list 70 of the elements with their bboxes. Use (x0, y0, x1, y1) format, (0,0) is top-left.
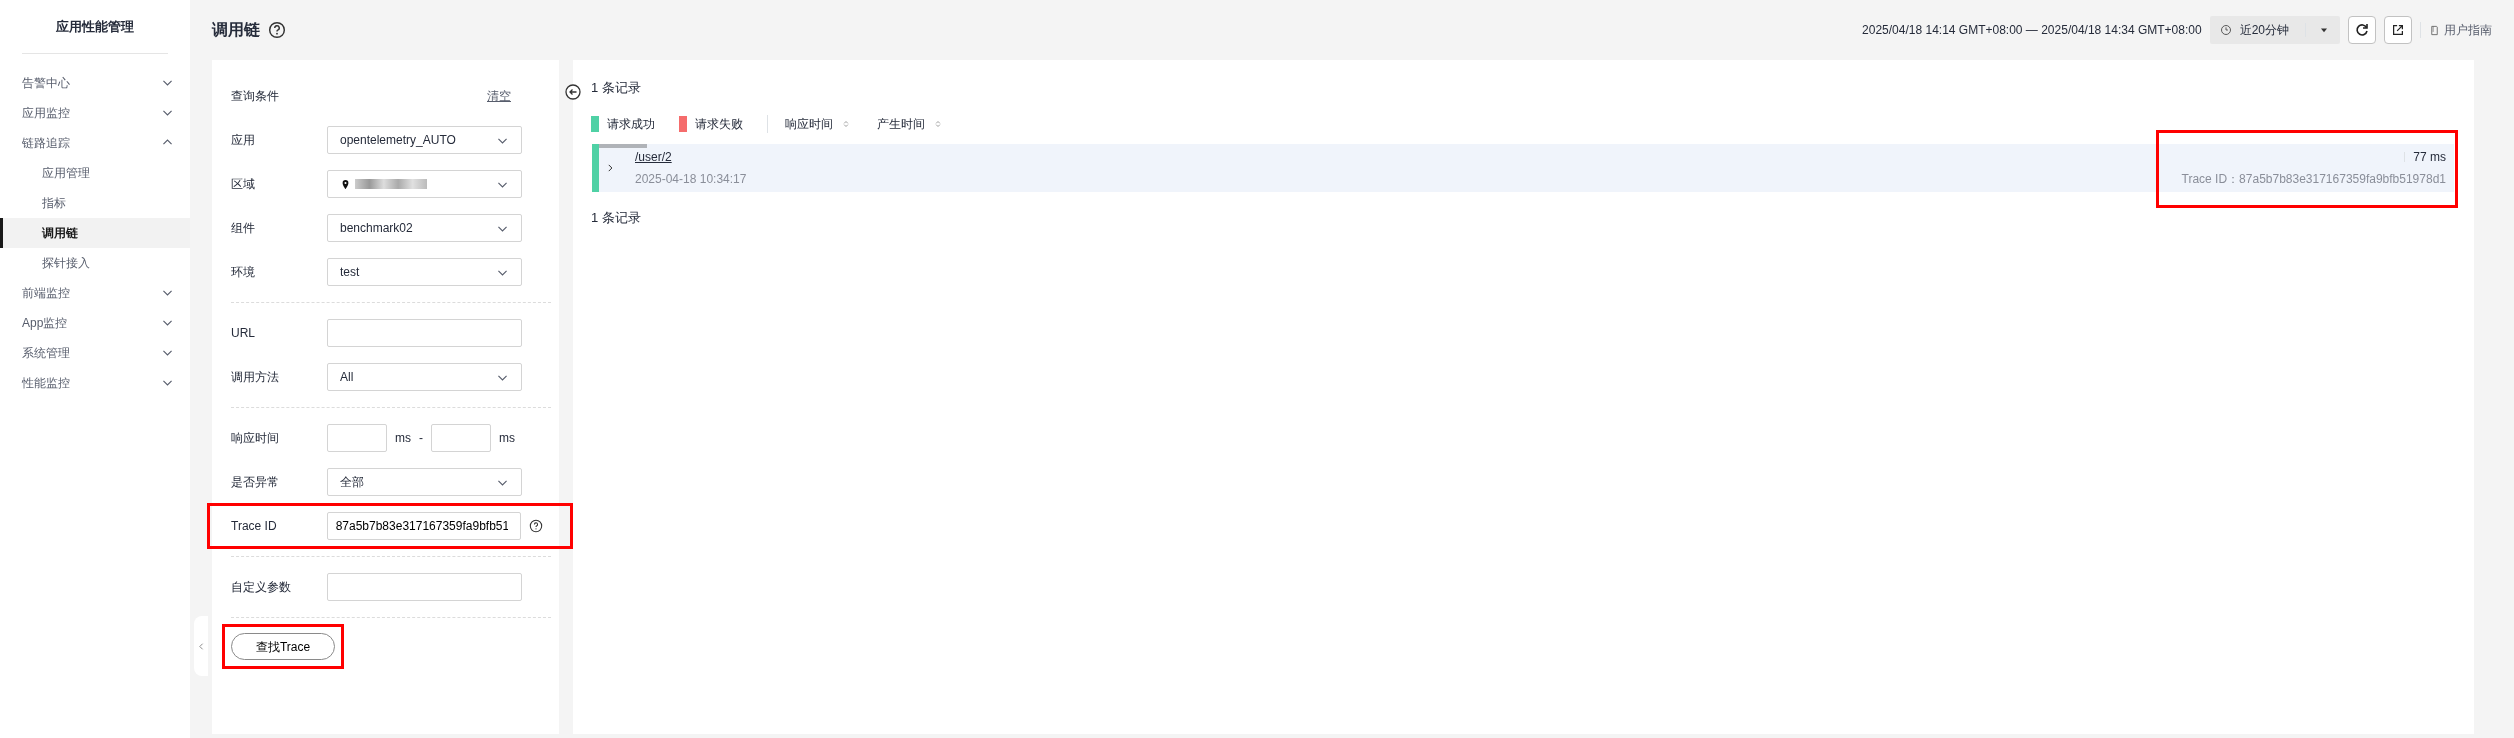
field-label: 组件 (231, 220, 256, 237)
sidebar-subitem[interactable]: 调用链 (0, 217, 190, 248)
select-field[interactable]: test (327, 258, 522, 286)
field-label: 是否异常 (231, 474, 280, 491)
trace-path-link[interactable]: /user/2 (635, 147, 672, 166)
sort-button[interactable]: 产生时间 (876, 113, 944, 134)
chevron-left-icon (196, 641, 206, 651)
book-icon (2429, 24, 2440, 36)
select-field[interactable]: benchmark02 (327, 214, 522, 242)
sidebar-subitem[interactable]: 应用管理 (0, 157, 190, 188)
duration-text: 77 ms (2413, 148, 2446, 166)
filter-title: 查询条件 (231, 88, 279, 105)
sidebar-subitem[interactable]: 指标 (0, 187, 190, 218)
field-label: 环境 (231, 264, 256, 281)
min-input[interactable] (327, 424, 387, 452)
field-label: Trace ID (231, 518, 278, 535)
external-link-icon (2391, 23, 2405, 37)
duration-bar (599, 143, 647, 148)
location-pin-icon (340, 178, 351, 190)
sidebar-item[interactable]: 链路追踪 (0, 127, 190, 158)
text-input[interactable]: 87a5b7b83e317167359fa9bfb51 (326, 512, 521, 540)
trace-id-text: Trace ID：87a5b7b83e317167359fa9bfb51978d1 (2181, 170, 2446, 188)
field-label: 响应时间 (231, 430, 280, 447)
sidebar-item[interactable]: 应用监控 (0, 97, 190, 128)
field-label: 自定义参数 (231, 579, 292, 596)
range-separator: - (419, 430, 423, 447)
help-icon (529, 519, 543, 533)
text-input[interactable] (327, 319, 522, 347)
unit-label: ms (395, 430, 411, 447)
trace-time: 2025-04-18 10:34:17 (635, 170, 747, 188)
time-range-picker[interactable]: 近20分钟 (2209, 16, 2340, 44)
refresh-button[interactable] (2348, 16, 2376, 44)
clear-link[interactable]: 清空 (487, 87, 511, 105)
search-trace-button[interactable]: 查找Trace (231, 633, 335, 660)
help-icon (268, 21, 286, 39)
select-field[interactable]: 全部 (327, 468, 522, 496)
sidebar-item[interactable]: 前端监控 (0, 277, 190, 308)
sort-icon (841, 118, 851, 129)
sidebar-item[interactable]: App监控 (0, 307, 190, 338)
sort-button[interactable]: 响应时间 (784, 113, 852, 134)
page-title: 调用链 (212, 20, 260, 40)
select-field[interactable] (327, 170, 522, 198)
redacted-block (355, 179, 427, 189)
text-input[interactable] (327, 573, 522, 601)
chevron-right-icon (605, 162, 615, 173)
sidebar-item[interactable]: 性能监控 (0, 367, 190, 398)
result-row[interactable]: /user/2 2025-04-18 10:34:17 77 ms Trace ID：87a5b7b83e317167359fa9bfb51978d1 (592, 143, 2454, 192)
select-field[interactable]: opentelemetry_AUTO (327, 126, 522, 154)
field-label: 区域 (231, 176, 256, 193)
field-label: 调用方法 (231, 369, 280, 386)
sort-icon (933, 118, 943, 129)
select-field[interactable]: All (327, 363, 522, 391)
refresh-icon (2354, 22, 2370, 38)
field-label: 应用 (231, 132, 256, 149)
clock-icon (2219, 24, 2232, 36)
legend-label: 请求成功 (607, 115, 655, 133)
record-count: 1 条记录 (591, 79, 642, 97)
unit-label: ms (499, 430, 515, 447)
sidebar-item[interactable]: 告警中心 (0, 67, 190, 98)
export-button[interactable] (2384, 16, 2412, 44)
sidebar-title: 应用性能管理 (22, 0, 168, 54)
collapse-tab[interactable] (194, 616, 208, 676)
legend-label: 请求失败 (695, 115, 743, 133)
sidebar-subitem[interactable]: 探针接入 (0, 247, 190, 278)
max-input[interactable] (431, 424, 491, 452)
user-guide-link[interactable]: 用户指南 (2429, 21, 2492, 39)
record-count: 1 条记录 (591, 208, 642, 227)
field-label: URL (231, 325, 256, 342)
sidebar-item[interactable]: 系统管理 (0, 337, 190, 368)
time-range-text: 2025/04/18 14:14 GMT+08:00 — 2025/04/18 14:34 GMT+08:00 (1862, 22, 2202, 39)
